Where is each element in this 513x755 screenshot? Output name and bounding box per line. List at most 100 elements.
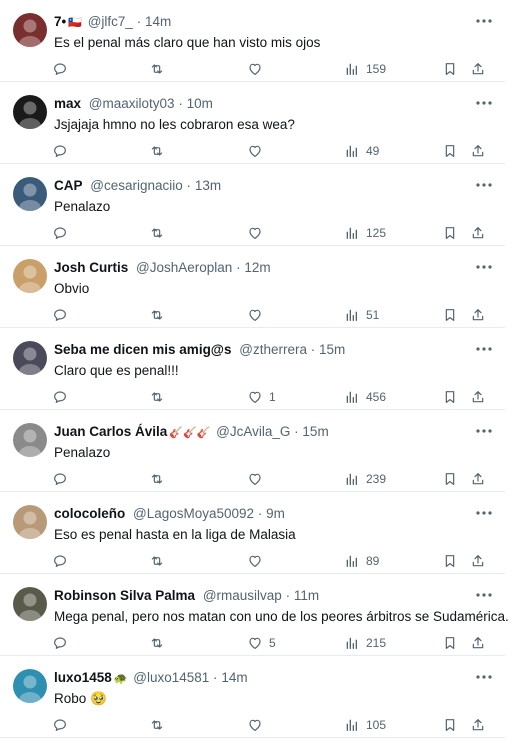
bookmark-button[interactable]: [442, 60, 458, 78]
more-options-button[interactable]: [473, 95, 495, 111]
user-handle[interactable]: @rmausilvap: [203, 588, 282, 603]
reply-button[interactable]: [52, 60, 68, 78]
user-handle[interactable]: @JoshAeroplan: [136, 260, 232, 275]
avatar[interactable]: [13, 177, 47, 211]
reply-item[interactable]: Josh Curtis @JoshAeroplan · 12m Obvio 51: [0, 246, 505, 328]
more-options-button[interactable]: [473, 669, 495, 685]
timestamp[interactable]: 12m: [244, 260, 270, 275]
retweet-button[interactable]: [149, 388, 165, 406]
user-handle[interactable]: @cesarignaciio: [90, 178, 183, 193]
timestamp[interactable]: 15m: [319, 342, 345, 357]
like-button[interactable]: [247, 60, 269, 78]
bookmark-button[interactable]: [442, 388, 458, 406]
like-button[interactable]: [247, 470, 269, 488]
display-name[interactable]: colocoleño: [54, 506, 125, 521]
views-button[interactable]: 89: [344, 552, 379, 570]
user-handle[interactable]: @luxo14581: [133, 670, 209, 685]
timestamp[interactable]: 14m: [221, 670, 247, 685]
avatar[interactable]: [13, 13, 47, 47]
retweet-button[interactable]: [149, 634, 165, 652]
bookmark-button[interactable]: [442, 142, 458, 160]
reply-item[interactable]: colocoleño @LagosMoya50092 · 9m Eso es p…: [0, 492, 505, 574]
reply-button[interactable]: [52, 634, 68, 652]
display-name[interactable]: max: [54, 96, 81, 111]
reply-item[interactable]: 7• 🇨🇱 @jlfc7_ · 14m Es el penal más claro…: [0, 0, 505, 82]
retweet-button[interactable]: [149, 142, 165, 160]
bookmark-button[interactable]: [442, 552, 458, 570]
reply-item[interactable]: luxo1458 🐢 @luxo14581 · 14m Robo 🥹 105: [0, 656, 505, 738]
share-button[interactable]: [470, 60, 486, 78]
share-button[interactable]: [470, 470, 486, 488]
avatar[interactable]: [13, 423, 47, 457]
retweet-button[interactable]: [149, 716, 165, 734]
views-button[interactable]: 159: [344, 60, 386, 78]
like-button[interactable]: [247, 306, 269, 324]
bookmark-button[interactable]: [442, 634, 458, 652]
bookmark-button[interactable]: [442, 306, 458, 324]
more-options-button[interactable]: [473, 177, 495, 193]
like-button[interactable]: 5: [247, 634, 276, 652]
views-button[interactable]: 239: [344, 470, 386, 488]
like-button[interactable]: [247, 716, 269, 734]
more-options-button[interactable]: [473, 13, 495, 29]
user-handle[interactable]: @LagosMoya50092: [133, 506, 254, 521]
reply-button[interactable]: [52, 306, 68, 324]
views-button[interactable]: 49: [344, 142, 379, 160]
like-button[interactable]: [247, 552, 269, 570]
views-button[interactable]: 125: [344, 224, 386, 242]
avatar[interactable]: [13, 259, 47, 293]
share-button[interactable]: [470, 224, 486, 242]
reply-item[interactable]: CAP @cesarignaciio · 13m Penalazo 125: [0, 164, 505, 246]
retweet-button[interactable]: [149, 224, 165, 242]
share-button[interactable]: [470, 634, 486, 652]
user-handle[interactable]: @ztherrera: [239, 342, 307, 357]
timestamp[interactable]: 14m: [145, 14, 171, 29]
avatar[interactable]: [13, 587, 47, 621]
reply-item[interactable]: Juan Carlos Ávila 🎸🎸🎸 @JcAvila_G · 15m Pe…: [0, 410, 505, 492]
more-options-button[interactable]: [473, 505, 495, 521]
views-button[interactable]: 105: [344, 716, 386, 734]
reply-button[interactable]: [52, 224, 68, 242]
like-button[interactable]: [247, 224, 269, 242]
more-options-button[interactable]: [473, 423, 495, 439]
retweet-button[interactable]: [149, 306, 165, 324]
display-name[interactable]: Seba me dicen mis amig@s: [54, 342, 231, 357]
share-button[interactable]: [470, 142, 486, 160]
display-name[interactable]: luxo1458: [54, 670, 112, 685]
display-name[interactable]: Juan Carlos Ávila: [54, 424, 167, 439]
share-button[interactable]: [470, 716, 486, 734]
timestamp[interactable]: 13m: [195, 178, 221, 193]
reply-button[interactable]: [52, 142, 68, 160]
reply-button[interactable]: [52, 470, 68, 488]
like-button[interactable]: [247, 142, 269, 160]
bookmark-button[interactable]: [442, 224, 458, 242]
views-button[interactable]: 51: [344, 306, 379, 324]
user-handle[interactable]: @jlfc7_: [88, 14, 133, 29]
more-options-button[interactable]: [473, 587, 495, 603]
reply-item[interactable]: Robinson Silva Palma @rmausilvap · 11m M…: [0, 574, 509, 656]
avatar[interactable]: [13, 341, 47, 375]
avatar[interactable]: [13, 505, 47, 539]
reply-button[interactable]: [52, 552, 68, 570]
timestamp[interactable]: 10m: [187, 96, 213, 111]
share-button[interactable]: [470, 388, 486, 406]
retweet-button[interactable]: [149, 552, 165, 570]
reply-item[interactable]: Seba me dicen mis amig@s @ztherrera · 15…: [0, 328, 505, 410]
user-handle[interactable]: @maaxiloty03: [89, 96, 175, 111]
avatar[interactable]: [13, 669, 47, 703]
avatar[interactable]: [13, 95, 47, 129]
views-button[interactable]: 215: [344, 634, 386, 652]
reply-button[interactable]: [52, 388, 68, 406]
display-name[interactable]: CAP: [54, 178, 83, 193]
retweet-button[interactable]: [149, 470, 165, 488]
views-button[interactable]: 456: [344, 388, 386, 406]
more-options-button[interactable]: [473, 259, 495, 275]
bookmark-button[interactable]: [442, 716, 458, 734]
bookmark-button[interactable]: [442, 470, 458, 488]
share-button[interactable]: [470, 552, 486, 570]
like-button[interactable]: 1: [247, 388, 276, 406]
reply-item[interactable]: max @maaxiloty03 · 10m Jsjajaja hmno no …: [0, 82, 505, 164]
retweet-button[interactable]: [149, 60, 165, 78]
reply-button[interactable]: [52, 716, 68, 734]
display-name[interactable]: Robinson Silva Palma: [54, 588, 195, 603]
